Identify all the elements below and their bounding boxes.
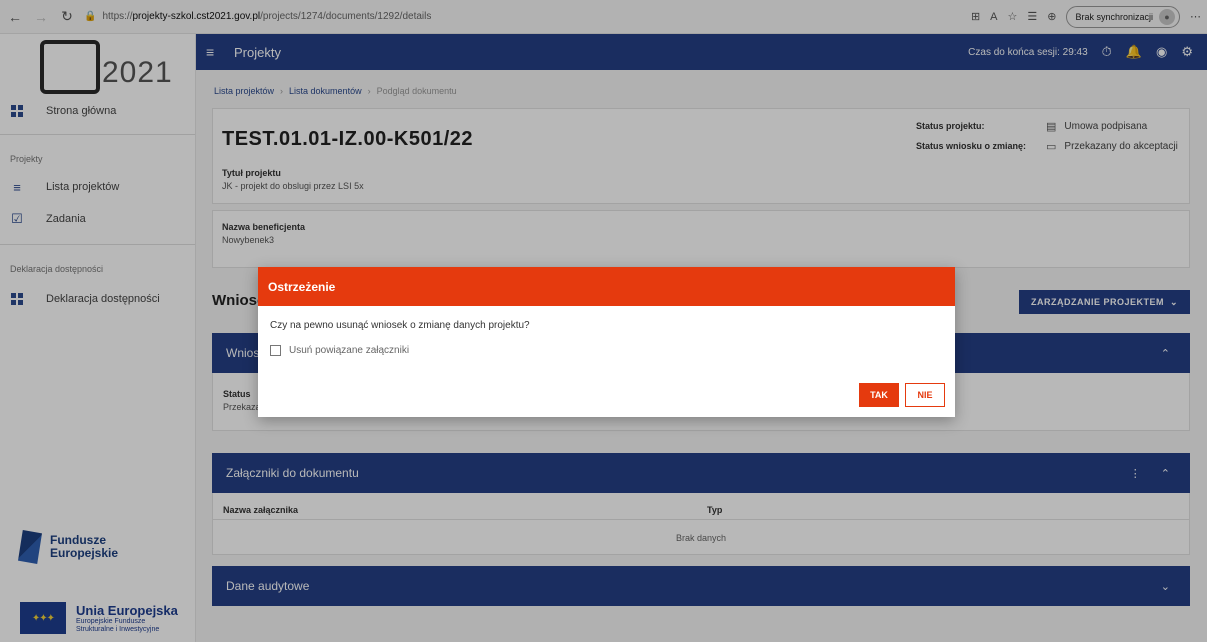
checkbox-label: Usuń powiązane załączniki — [289, 345, 410, 356]
confirm-button[interactable]: TAK — [859, 383, 899, 407]
delete-attachments-checkbox[interactable] — [270, 345, 281, 356]
warning-dialog: Ostrzeżenie Czy na pewno usunąć wniosek … — [258, 267, 955, 417]
dialog-title: Ostrzeżenie — [258, 267, 955, 306]
delete-attachments-option[interactable]: Usuń powiązane załączniki — [270, 345, 943, 356]
cancel-button[interactable]: NIE — [905, 383, 945, 407]
dialog-message: Czy na pewno usunąć wniosek o zmianę dan… — [270, 320, 530, 331]
